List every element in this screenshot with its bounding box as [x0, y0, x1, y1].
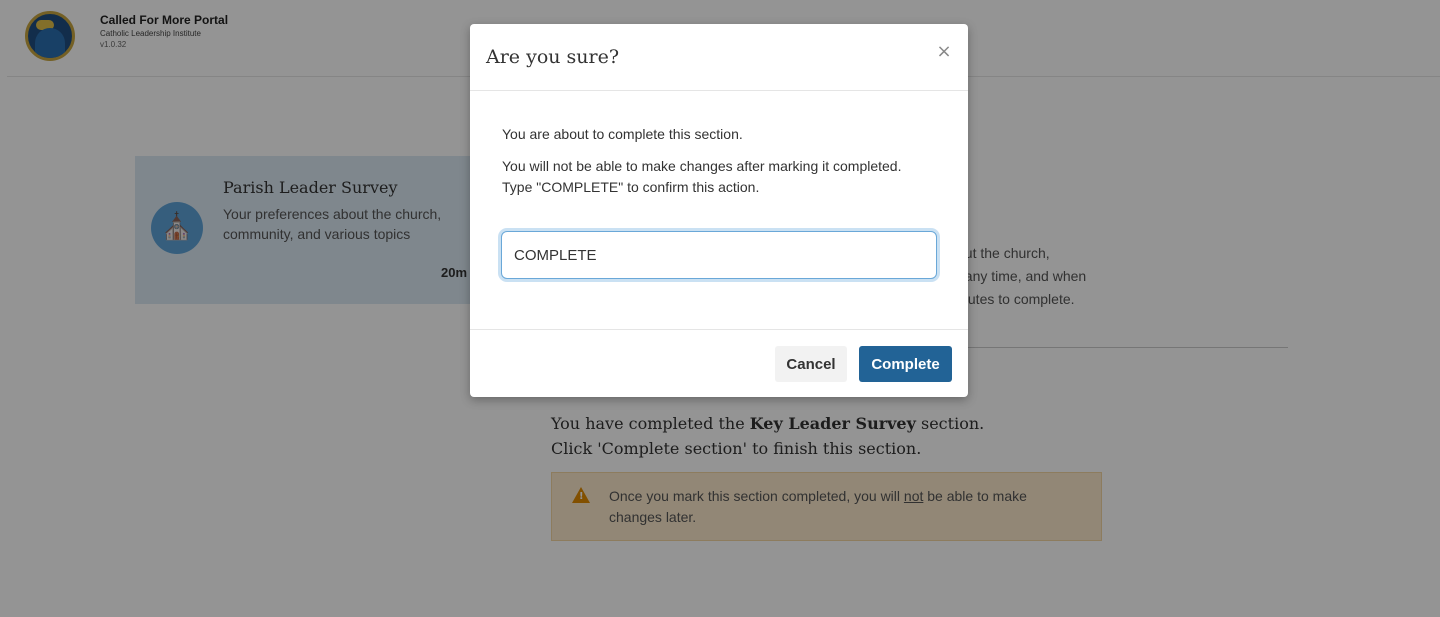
complete-button[interactable]: Complete — [859, 346, 952, 382]
cancel-button[interactable]: Cancel — [775, 346, 847, 382]
modal-instruction: Type "COMPLETE" to confirm this action. — [502, 179, 760, 195]
modal-header: Are you sure? × — [470, 24, 968, 91]
modal-body: You are about to complete this section. … — [470, 91, 968, 329]
modal-footer: Cancel Complete — [470, 329, 968, 397]
confirm-input[interactable] — [501, 231, 937, 279]
modal-warning-message: You will not be able to make changes aft… — [502, 158, 902, 174]
close-icon[interactable]: × — [932, 40, 956, 64]
modal-message: You are about to complete this section. — [502, 126, 743, 142]
confirm-modal: Are you sure? × You are about to complet… — [470, 24, 968, 397]
modal-title: Are you sure? — [486, 46, 620, 68]
